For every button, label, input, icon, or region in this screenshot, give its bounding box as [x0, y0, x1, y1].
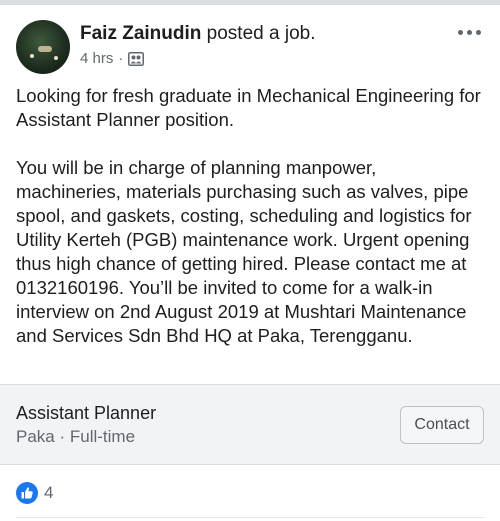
reactions-summary[interactable]: 4 [16, 482, 53, 504]
post-paragraph: Looking for fresh graduate in Mechanical… [16, 85, 481, 130]
job-location-type: Paka · Full-time [16, 427, 136, 446]
job-card[interactable]: Assistant Planner Paka · Full-time Conta… [0, 384, 500, 465]
post-text: Looking for fresh graduate in Mechanical… [16, 84, 486, 348]
meta-separator: · [118, 50, 124, 67]
top-divider [0, 0, 500, 5]
post-paragraph: You will be in charge of planning manpow… [16, 157, 472, 346]
job-title: Assistant Planner [16, 403, 157, 423]
contact-button[interactable]: Contact [400, 406, 484, 444]
more-options-icon[interactable] [452, 22, 486, 42]
post-action-text: posted a job. [206, 23, 316, 44]
post-timestamp[interactable]: 4 hrs [80, 50, 113, 67]
post-meta: 4 hrs · [80, 50, 145, 67]
avatar[interactable] [16, 20, 70, 74]
bottom-divider [16, 517, 484, 518]
like-icon [16, 482, 38, 504]
author-line: Faiz Zainudin posted a job. [80, 23, 315, 45]
reaction-count: 4 [44, 483, 54, 502]
author-name[interactable]: Faiz Zainudin [80, 23, 201, 44]
post-header: Faiz Zainudin posted a job. 4 hrs · [16, 20, 486, 76]
group-icon[interactable] [128, 51, 145, 66]
